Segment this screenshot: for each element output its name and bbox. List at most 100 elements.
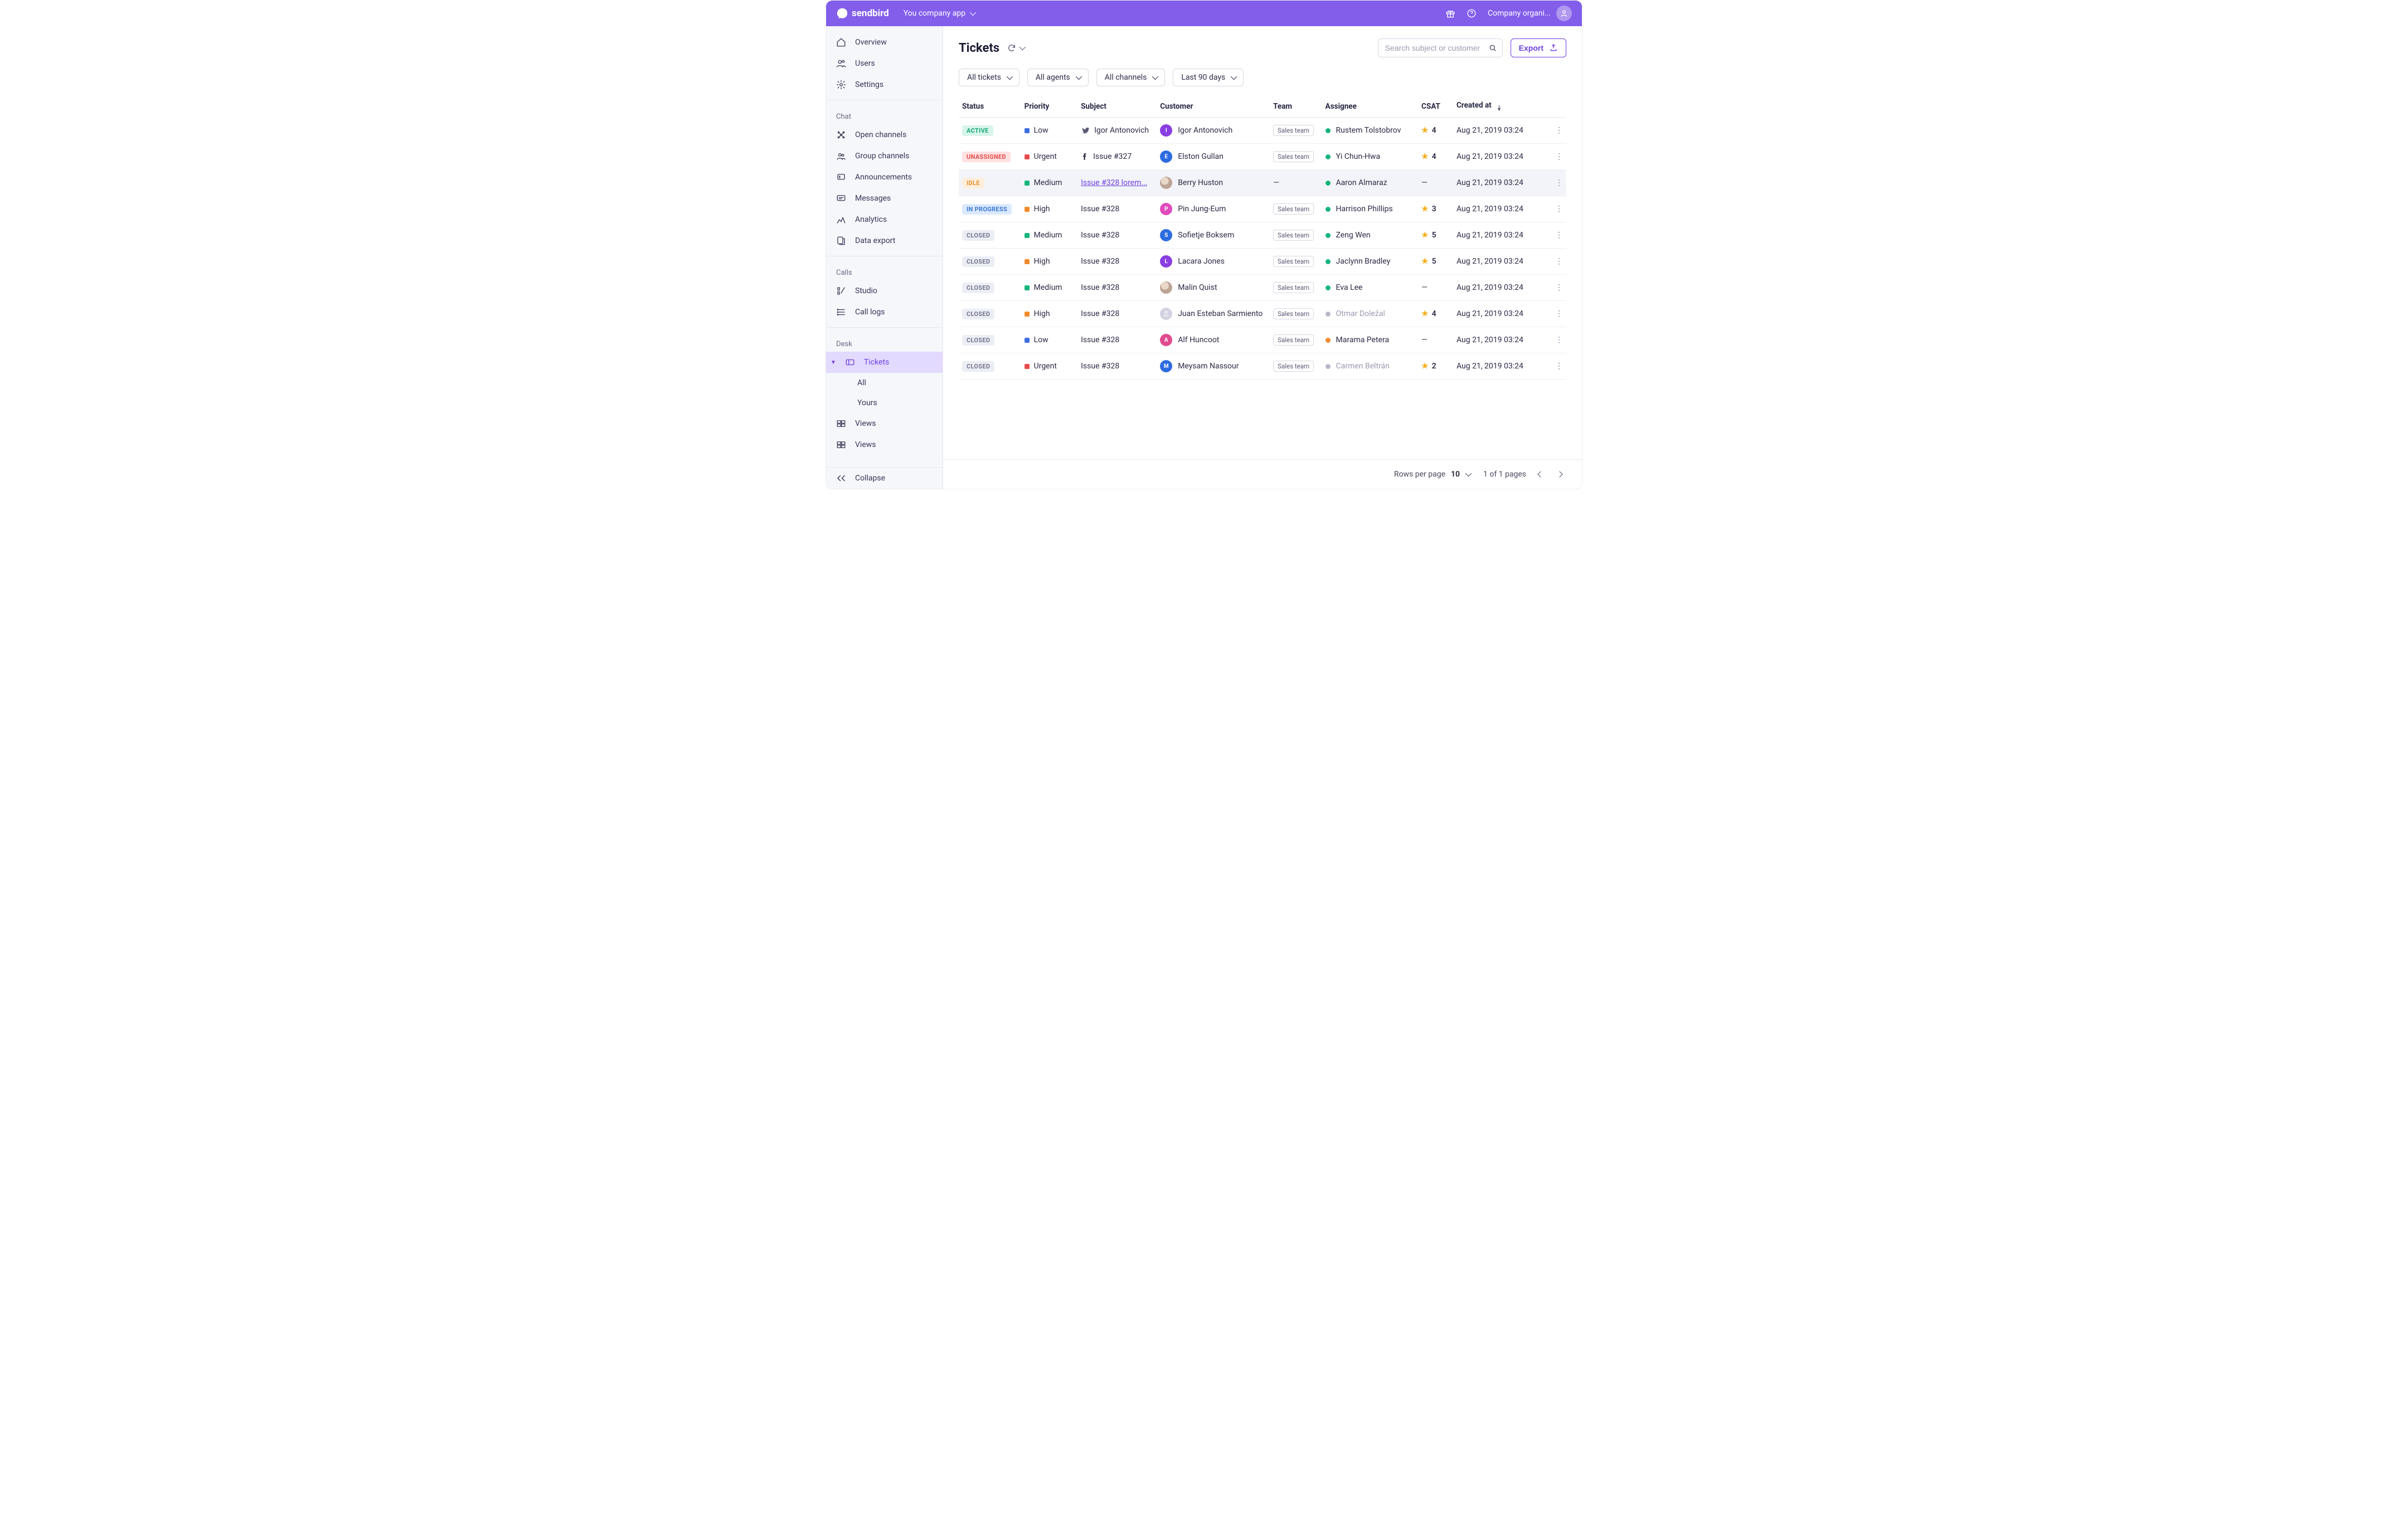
sidebar-item-label: Views <box>855 419 876 428</box>
table-row[interactable]: CLOSED High Issue #328 Juan Esteban Sarm… <box>959 301 1566 327</box>
assignee-name: Eva Lee <box>1336 283 1363 292</box>
customer-name: Elston Gullan <box>1178 152 1224 161</box>
topbar-right: Company organi... <box>1445 6 1572 21</box>
customer-avatar: L <box>1160 255 1172 268</box>
table-row[interactable]: CLOSED High Issue #328 L Lacara Jones Sa… <box>959 249 1566 275</box>
gift-icon[interactable] <box>1445 8 1455 18</box>
row-more[interactable]: ⋮ <box>1550 327 1567 353</box>
col-subject[interactable]: Subject <box>1077 95 1157 118</box>
help-icon[interactable] <box>1467 8 1477 18</box>
table-row[interactable]: CLOSED Urgent Issue #328 M Meysam Nassou… <box>959 353 1566 380</box>
csat-value: ★5 <box>1421 231 1450 240</box>
table-row[interactable]: ACTIVE Low Igor Antonovich I Igor Antono… <box>959 118 1566 144</box>
org-switcher[interactable]: Company organi... <box>1488 6 1572 21</box>
sidebar-item-overview[interactable]: Overview <box>826 32 943 53</box>
sidebar-item-data-export[interactable]: Data export <box>826 230 943 251</box>
sidebar-item-settings[interactable]: Settings <box>826 74 943 95</box>
team-pill[interactable]: Sales team <box>1273 230 1314 241</box>
filter-dates[interactable]: Last 90 days <box>1173 69 1244 86</box>
team-pill[interactable]: Sales team <box>1273 125 1314 136</box>
next-page[interactable] <box>1553 468 1566 481</box>
sidebar-item-group-channels[interactable]: Group channels <box>826 145 943 167</box>
col-created[interactable]: Created at ▲▼ <box>1453 95 1550 118</box>
search-icon[interactable] <box>1488 43 1497 52</box>
table-row[interactable]: IDLE Medium Issue #328 lorem... Berry Hu… <box>959 170 1566 196</box>
created-at: Aug 21, 2019 03:24 <box>1453 144 1550 170</box>
star-icon: ★ <box>1421 152 1429 161</box>
prev-page[interactable] <box>1534 468 1547 481</box>
brand-logo[interactable]: sendbird <box>836 7 889 20</box>
col-team[interactable]: Team <box>1270 95 1322 118</box>
team-pill[interactable]: Sales team <box>1273 203 1314 215</box>
sidebar-item-announcements[interactable]: Announcements <box>826 167 943 188</box>
sidebar-subitem-yours[interactable]: Yours <box>826 393 943 413</box>
priority-cell: Urgent <box>1025 152 1074 161</box>
row-more[interactable]: ⋮ <box>1550 353 1567 380</box>
team-pill[interactable]: Sales team <box>1273 256 1314 267</box>
team-pill[interactable]: Sales team <box>1273 334 1314 346</box>
sidebar-section-title: Desk <box>826 332 943 352</box>
refresh-icon[interactable] <box>1007 43 1016 52</box>
subject-link[interactable]: Issue #328 lorem... <box>1081 178 1147 187</box>
row-more[interactable]: ⋮ <box>1550 275 1567 301</box>
sidebar-item-tickets[interactable]: ▼ Tickets <box>826 352 943 373</box>
sidebar-item-call-logs[interactable]: Call logs <box>826 302 943 323</box>
sidebar-item-analytics[interactable]: Analytics <box>826 209 943 230</box>
team-pill[interactable]: Sales team <box>1273 308 1314 319</box>
app-switcher[interactable]: You company app <box>904 9 974 18</box>
assignee-cell: Jaclynn Bradley <box>1326 257 1415 266</box>
studio-icon <box>836 286 846 296</box>
row-more[interactable]: ⋮ <box>1550 196 1567 222</box>
sidebar-item-label: Settings <box>855 80 883 89</box>
table-body: ACTIVE Low Igor Antonovich I Igor Antono… <box>959 118 1566 380</box>
sidebar-subitem-all[interactable]: All <box>826 373 943 393</box>
table-row[interactable]: UNASSIGNED Urgent Issue #327 E Elston Gu… <box>959 144 1566 170</box>
row-more[interactable]: ⋮ <box>1550 118 1567 144</box>
filter-channels[interactable]: All channels <box>1096 69 1166 86</box>
table-row[interactable]: CLOSED Medium Issue #328 S Sofietje Boks… <box>959 222 1566 249</box>
row-more[interactable]: ⋮ <box>1550 144 1567 170</box>
table-row[interactable]: IN PROGRESS High Issue #328 P Pin Jung-E… <box>959 196 1566 222</box>
sidebar-item-users[interactable]: Users <box>826 53 943 74</box>
team-pill[interactable]: Sales team <box>1273 151 1314 162</box>
filter-agents[interactable]: All agents <box>1027 69 1089 86</box>
filter-tickets[interactable]: All tickets <box>959 69 1019 86</box>
sidebar-item-views1[interactable]: Views <box>826 413 943 434</box>
team-pill[interactable]: Sales team <box>1273 282 1314 293</box>
col-assignee[interactable]: Assignee <box>1322 95 1419 118</box>
col-customer[interactable]: Customer <box>1157 95 1270 118</box>
assignee-name: Yi Chun-Hwa <box>1336 152 1381 161</box>
subject-text: Issue #327 <box>1093 152 1132 161</box>
search-input[interactable] <box>1378 38 1503 57</box>
sidebar-item-messages[interactable]: Messages <box>826 188 943 209</box>
export-button[interactable]: Export <box>1511 38 1566 57</box>
topbar: sendbird You company app Company organi.… <box>826 1 1582 26</box>
collapse-label: Collapse <box>855 474 885 483</box>
customer-cell: M Meysam Nassour <box>1160 360 1266 372</box>
views2-icon <box>836 440 846 450</box>
team-pill[interactable]: Sales team <box>1273 361 1314 372</box>
priority-cell: Urgent <box>1025 362 1074 371</box>
sidebar-item-studio[interactable]: Studio <box>826 280 943 302</box>
row-more[interactable]: ⋮ <box>1550 301 1567 327</box>
subject-text: Issue #328 <box>1081 309 1119 318</box>
customer-name: Malin Quist <box>1178 283 1217 292</box>
table-row[interactable]: CLOSED Low Issue #328 A Alf Huncoot Sale… <box>959 327 1566 353</box>
created-at: Aug 21, 2019 03:24 <box>1453 222 1550 249</box>
chevron-down-icon[interactable] <box>1465 470 1470 479</box>
status-badge: CLOSED <box>962 361 994 372</box>
col-status[interactable]: Status <box>959 95 1021 118</box>
table-row[interactable]: CLOSED Medium Issue #328 Malin Quist Sal… <box>959 275 1566 301</box>
collapse-sidebar[interactable]: Collapse <box>826 468 943 489</box>
subject-cell: Issue #328 <box>1081 362 1153 371</box>
sidebar-item-views2[interactable]: Views <box>826 434 943 455</box>
sidebar-item-open-channels[interactable]: Open channels <box>826 124 943 145</box>
col-priority[interactable]: Priority <box>1021 95 1077 118</box>
row-more[interactable]: ⋮ <box>1550 170 1567 196</box>
sidebar-item-label: Open channels <box>855 130 906 139</box>
row-more[interactable]: ⋮ <box>1550 249 1567 275</box>
row-more[interactable]: ⋮ <box>1550 222 1567 249</box>
chevron-down-icon[interactable] <box>1019 43 1024 52</box>
tickets-table: Status Priority Subject Customer Team As… <box>959 95 1566 380</box>
col-csat[interactable]: CSAT <box>1418 95 1453 118</box>
